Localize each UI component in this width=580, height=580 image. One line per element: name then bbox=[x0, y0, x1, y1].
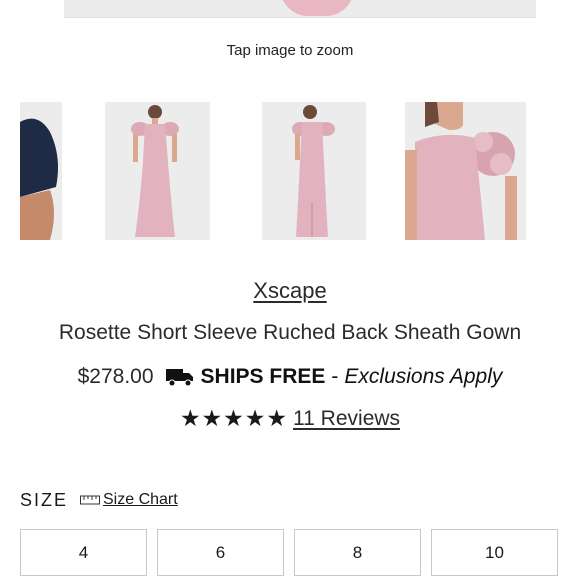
size-option-4[interactable]: 4 bbox=[20, 529, 147, 576]
dress-hem-detail bbox=[280, 0, 354, 16]
thumbnail-1[interactable] bbox=[20, 102, 62, 240]
price-shipping-row: $278.00 SHIPS FREE - Exclusions Apply bbox=[0, 365, 580, 389]
star-rating-icon: ★★★★★ bbox=[179, 406, 289, 432]
product-title: Rosette Short Sleeve Ruched Back Sheath … bbox=[58, 321, 522, 344]
brand-link[interactable]: Xscape bbox=[0, 278, 580, 304]
main-product-image[interactable] bbox=[64, 0, 536, 18]
exclusions-apply-link[interactable]: Exclusions Apply bbox=[344, 365, 502, 389]
ships-free-label: SHIPS FREE bbox=[200, 365, 326, 388]
size-chart-link[interactable]: Size Chart bbox=[103, 491, 178, 509]
size-option-8[interactable]: 8 bbox=[294, 529, 421, 576]
size-option-10[interactable]: 10 bbox=[431, 529, 558, 576]
ships-separator: - bbox=[331, 365, 339, 388]
pink-gown-back-thumbnail bbox=[262, 102, 366, 240]
pink-gown-closeup-thumbnail bbox=[405, 102, 526, 240]
truck-icon bbox=[165, 369, 193, 387]
pink-gown-front-thumbnail bbox=[105, 102, 210, 240]
zoom-hint: Tap image to zoom bbox=[226, 42, 354, 59]
thumbnail-3[interactable] bbox=[262, 102, 366, 240]
thumbnail-2[interactable] bbox=[105, 102, 210, 240]
product-price: $278.00 bbox=[77, 365, 154, 388]
rating-row: ★★★★★ 11 Reviews bbox=[0, 406, 580, 432]
size-option-6[interactable]: 6 bbox=[157, 529, 284, 576]
reviews-link[interactable]: 11 Reviews bbox=[293, 407, 400, 431]
ruler-icon bbox=[80, 495, 100, 505]
navy-dress-partial-thumbnail bbox=[20, 102, 62, 240]
thumbnail-4[interactable] bbox=[405, 102, 526, 240]
size-label: SIZE bbox=[20, 490, 69, 510]
